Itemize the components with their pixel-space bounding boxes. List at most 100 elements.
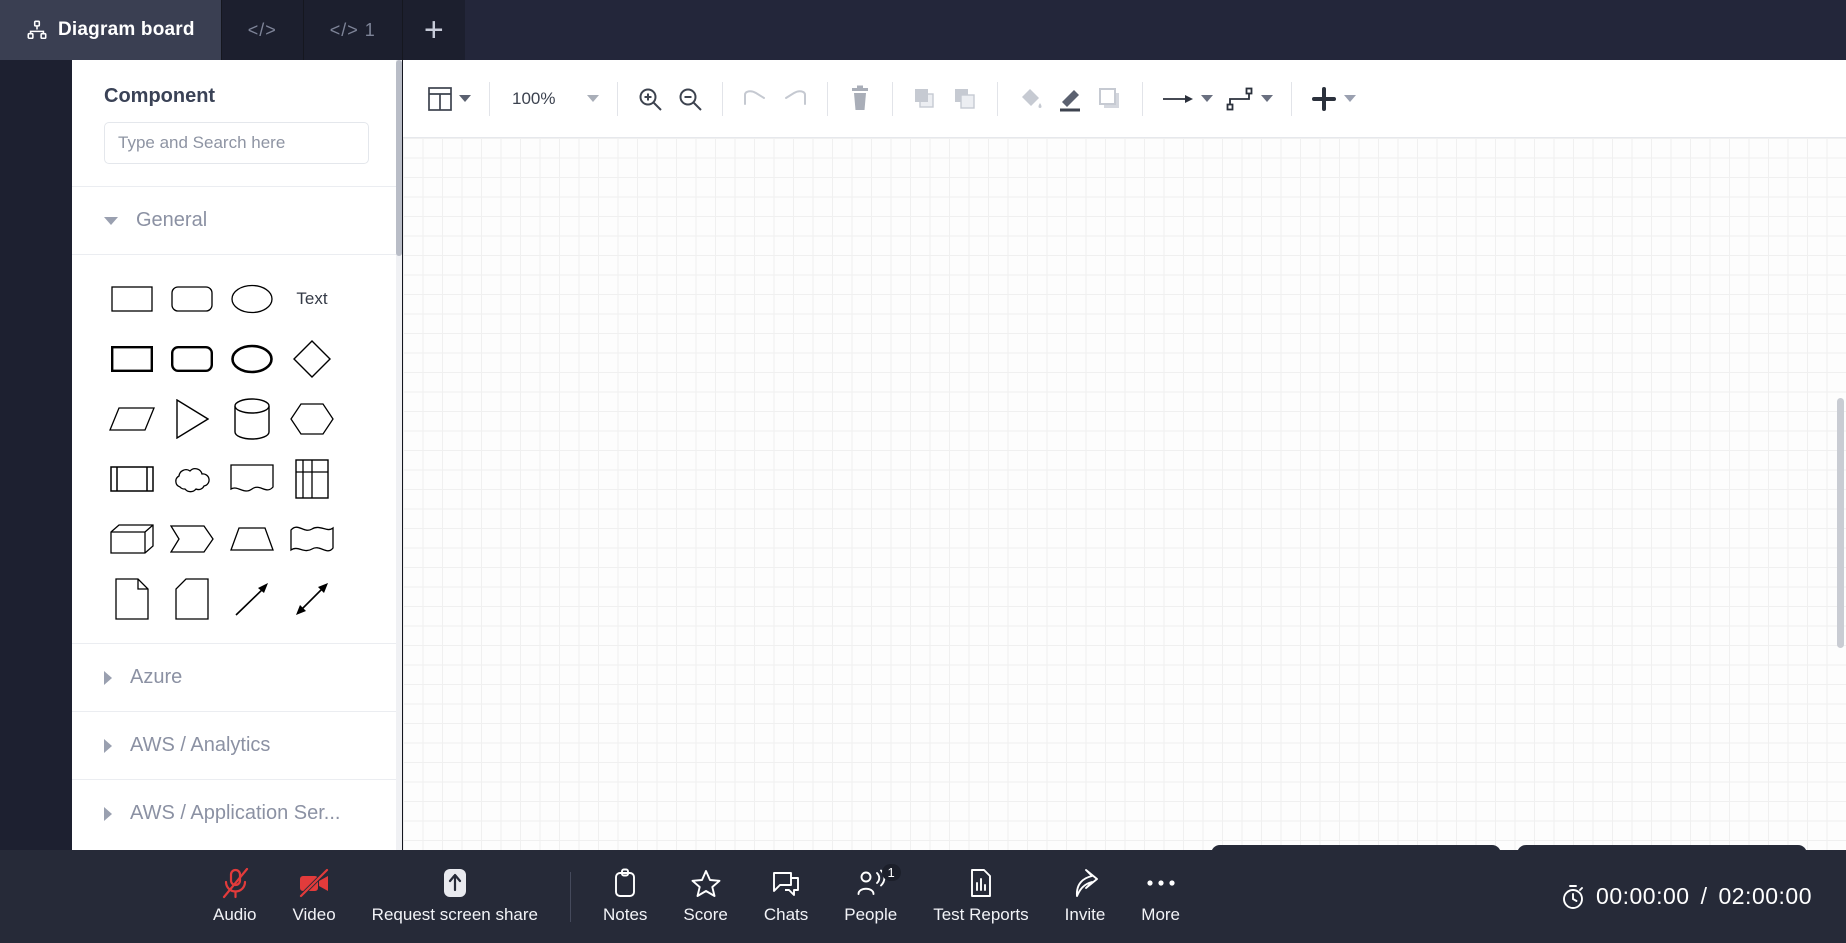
invite-button[interactable]: Invite — [1047, 868, 1124, 925]
zoom-in-button[interactable] — [630, 76, 670, 122]
undo-button[interactable] — [735, 76, 775, 122]
shadow-button[interactable] — [1090, 76, 1130, 122]
redo-button[interactable] — [775, 76, 815, 122]
divider — [1142, 81, 1144, 116]
tab-label: Diagram board — [58, 19, 195, 40]
shape-cube[interactable] — [102, 509, 162, 569]
timer-elapsed: 00:00:00 — [1596, 883, 1690, 909]
notes-button[interactable]: Notes — [585, 868, 665, 925]
tab-bar: Diagram board </> </> 1 + — [0, 0, 1846, 60]
shape-parallelogram[interactable] — [102, 389, 162, 449]
shape-arrow-line[interactable] — [222, 569, 282, 629]
chats-button[interactable]: Chats — [746, 868, 826, 925]
timer-separator: / — [1700, 883, 1708, 909]
shape-diamond[interactable] — [282, 329, 342, 389]
sidebar-group-label: Azure — [130, 666, 183, 688]
search-input[interactable] — [104, 122, 369, 164]
delete-button[interactable] — [840, 76, 880, 122]
zoom-out-button[interactable] — [670, 76, 710, 122]
chevron-down-icon — [1201, 95, 1214, 102]
chevron-right-icon — [104, 806, 112, 821]
chevron-down-icon — [1261, 95, 1274, 102]
button-label: Invite — [1064, 905, 1106, 924]
shape-card[interactable] — [162, 569, 222, 629]
tab-code-2[interactable]: </> 1 — [303, 0, 403, 60]
clipboard-icon — [613, 868, 637, 898]
shape-document[interactable] — [222, 449, 282, 509]
shape-table[interactable] — [282, 449, 342, 509]
divider — [1291, 81, 1293, 116]
button-label: Request screen share — [371, 905, 538, 924]
shape-note[interactable] — [102, 569, 162, 629]
divider — [722, 81, 724, 116]
diagram-canvas[interactable]: Bobby Williams (Invu... — [403, 138, 1846, 850]
shape-rounded-rectangle-bold[interactable] — [162, 329, 222, 389]
fill-color-button[interactable] — [1010, 76, 1050, 122]
sidebar-group-label: General — [136, 209, 208, 231]
shape-cylinder[interactable] — [222, 389, 282, 449]
shape-step[interactable] — [162, 509, 222, 569]
tab-code-1[interactable]: </> — [221, 0, 304, 60]
shape-ellipse-bold[interactable] — [222, 329, 282, 389]
tab-diagram-board[interactable]: Diagram board — [0, 0, 222, 60]
shape-rounded-rectangle[interactable] — [162, 269, 222, 329]
redo-icon — [785, 89, 807, 105]
send-to-back-button[interactable] — [945, 76, 985, 122]
video-button[interactable]: Video — [274, 868, 353, 925]
sidebar-scrollbar-thumb[interactable] — [396, 60, 402, 256]
view-layout-button[interactable] — [421, 76, 477, 122]
shape-ellipse[interactable] — [222, 269, 282, 329]
pen-icon — [1060, 89, 1081, 111]
chevron-down-icon — [587, 95, 600, 102]
shadow-icon — [1099, 87, 1120, 108]
line-color-button[interactable] — [1050, 76, 1090, 122]
sidebar-group-aws-analytics[interactable]: AWS / Analytics — [72, 712, 401, 779]
connection-arrow-button[interactable] — [1155, 76, 1219, 122]
divider — [489, 81, 490, 116]
shape-double-arrow-line[interactable] — [282, 569, 342, 629]
request-screen-share-button[interactable]: Request screen share — [354, 868, 556, 925]
plus-icon — [1312, 86, 1337, 111]
zoom-level-value: 100% — [512, 88, 556, 108]
shape-rectangle[interactable] — [102, 269, 162, 329]
test-reports-button[interactable]: Test Reports — [915, 868, 1046, 925]
component-sidebar: Component General Text — [72, 60, 402, 850]
meeting-toolbar: Audio Video Request screen share Notes S… — [0, 850, 1846, 943]
shape-trapezoid[interactable] — [222, 509, 282, 569]
people-icon: 1 — [855, 864, 901, 898]
bring-to-front-button[interactable] — [905, 76, 945, 122]
shape-triangle-right[interactable] — [162, 389, 222, 449]
insert-button[interactable] — [1304, 76, 1362, 122]
sidebar-group-azure[interactable]: Azure — [72, 644, 401, 711]
plus-icon: + — [423, 11, 444, 49]
sidebar-group-label: AWS / Application Ser... — [130, 802, 341, 824]
waypoints-button[interactable] — [1219, 76, 1279, 122]
shape-tape[interactable] — [282, 509, 342, 569]
shape-text[interactable]: Text — [282, 269, 342, 329]
chevron-right-icon — [104, 670, 112, 685]
people-button[interactable]: 1 People — [826, 864, 915, 925]
canvas-vertical-scrollbar[interactable] — [1837, 398, 1844, 648]
send-back-icon — [955, 88, 976, 109]
sidebar-group-aws-application-services[interactable]: AWS / Application Ser... — [72, 780, 401, 847]
more-button[interactable]: More — [1123, 868, 1198, 925]
divider — [997, 81, 999, 116]
session-timer: 00:00:00 / 02:00:00 — [1561, 883, 1812, 910]
zoom-level-select[interactable]: 100% — [502, 76, 605, 122]
sidebar-group-label: AWS / Analytics — [130, 734, 271, 756]
divider — [617, 81, 619, 116]
arrow-right-icon — [1163, 94, 1194, 103]
divider — [827, 81, 829, 116]
add-tab-button[interactable]: + — [402, 0, 465, 60]
canvas-area: 100% — [403, 60, 1846, 850]
sidebar-group-general[interactable]: General — [72, 187, 401, 254]
shape-cloud[interactable] — [162, 449, 222, 509]
shape-rectangle-bold[interactable] — [102, 329, 162, 389]
zoom-out-icon — [679, 88, 703, 111]
button-label: Notes — [603, 905, 648, 924]
button-label: More — [1141, 905, 1181, 924]
shape-process[interactable] — [102, 449, 162, 509]
shape-hexagon[interactable] — [282, 389, 342, 449]
audio-button[interactable]: Audio — [195, 867, 274, 925]
score-button[interactable]: Score — [665, 868, 745, 925]
